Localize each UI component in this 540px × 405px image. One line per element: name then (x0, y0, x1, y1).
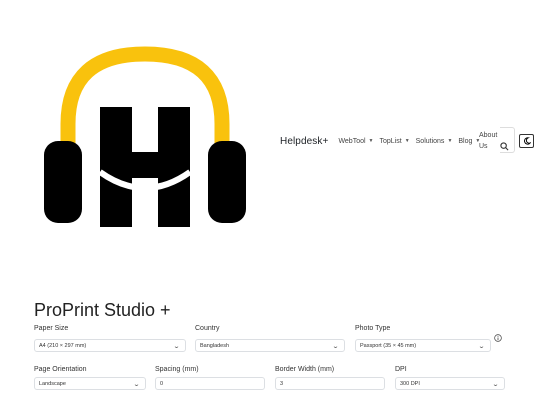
dpi-select[interactable]: 300 DPI ⌄ (395, 377, 505, 390)
country-label: Country (195, 325, 220, 332)
chevron-down-icon: ⌄ (477, 344, 486, 350)
chevron-down-icon: ⌄ (132, 382, 141, 388)
nav-item-label: Solutions (415, 137, 445, 145)
spacing-value: 0 (160, 380, 164, 387)
chevron-down-icon: ⌄ (172, 344, 181, 350)
logo-left-earcup (44, 141, 82, 223)
logo-headband (60, 46, 230, 144)
photo-type-value: Passport (35 × 45 mm) (360, 342, 417, 349)
nav-item-blog[interactable]: Blog ▼ (458, 138, 480, 145)
photo-type-label: Photo Type (355, 325, 391, 332)
country-select[interactable]: Bangladesh ⌄ (195, 339, 345, 352)
spacing-input[interactable]: 0 (155, 377, 265, 390)
main-nav: Helpdesk+ WebTool ▼ TopList ▼ Solutions ▼ B… (280, 128, 486, 154)
headphones-logo[interactable] (40, 44, 250, 229)
nav-item-label: TopList (379, 137, 402, 145)
logo-right-earcup (208, 141, 246, 223)
spacing-label: Spacing (mm) (155, 366, 199, 373)
theme-toggle-button[interactable] (519, 134, 534, 148)
caret-down-icon: ▼ (368, 138, 374, 144)
nav-item-webtool[interactable]: WebTool ▼ (338, 138, 373, 145)
orientation-value: Landscape (39, 380, 66, 387)
brand-name[interactable]: Helpdesk+ (280, 136, 328, 147)
page-title: ProPrint Studio + (34, 300, 171, 320)
border-width-value: 3 (280, 380, 284, 387)
caret-down-icon: ▼ (404, 138, 410, 144)
caret-down-icon: ▼ (447, 138, 453, 144)
nav-item-toplist[interactable]: TopList ▼ (380, 138, 410, 145)
chevron-down-icon: ⌄ (331, 344, 340, 350)
country-value: Bangladesh (200, 342, 230, 349)
logo-h-bar (100, 152, 190, 178)
paper-size-value: A4 (210 × 297 mm) (39, 342, 87, 349)
photo-type-select[interactable]: Passport (35 × 45 mm) ⌄ (355, 339, 491, 352)
info-icon[interactable] (494, 334, 502, 342)
dpi-label: DPI (395, 366, 407, 373)
border-width-label: Border Width (mm) (275, 366, 335, 373)
search-icon[interactable] (500, 142, 509, 151)
border-width-input[interactable]: 3 (275, 377, 385, 390)
paper-size-label: Paper Size (34, 325, 69, 332)
moon-icon (523, 137, 531, 145)
chevron-down-icon: ⌄ (491, 382, 500, 388)
orientation-label: Page Orientation (34, 366, 87, 373)
nav-item-label: Blog (458, 137, 473, 145)
nav-item-label: WebTool (338, 137, 366, 145)
dpi-value: 300 DPI (400, 380, 420, 387)
nav-item-solutions[interactable]: Solutions ▼ (416, 138, 453, 145)
orientation-select[interactable]: Landscape ⌄ (34, 377, 146, 390)
paper-size-select[interactable]: A4 (210 × 297 mm) ⌄ (34, 339, 186, 352)
